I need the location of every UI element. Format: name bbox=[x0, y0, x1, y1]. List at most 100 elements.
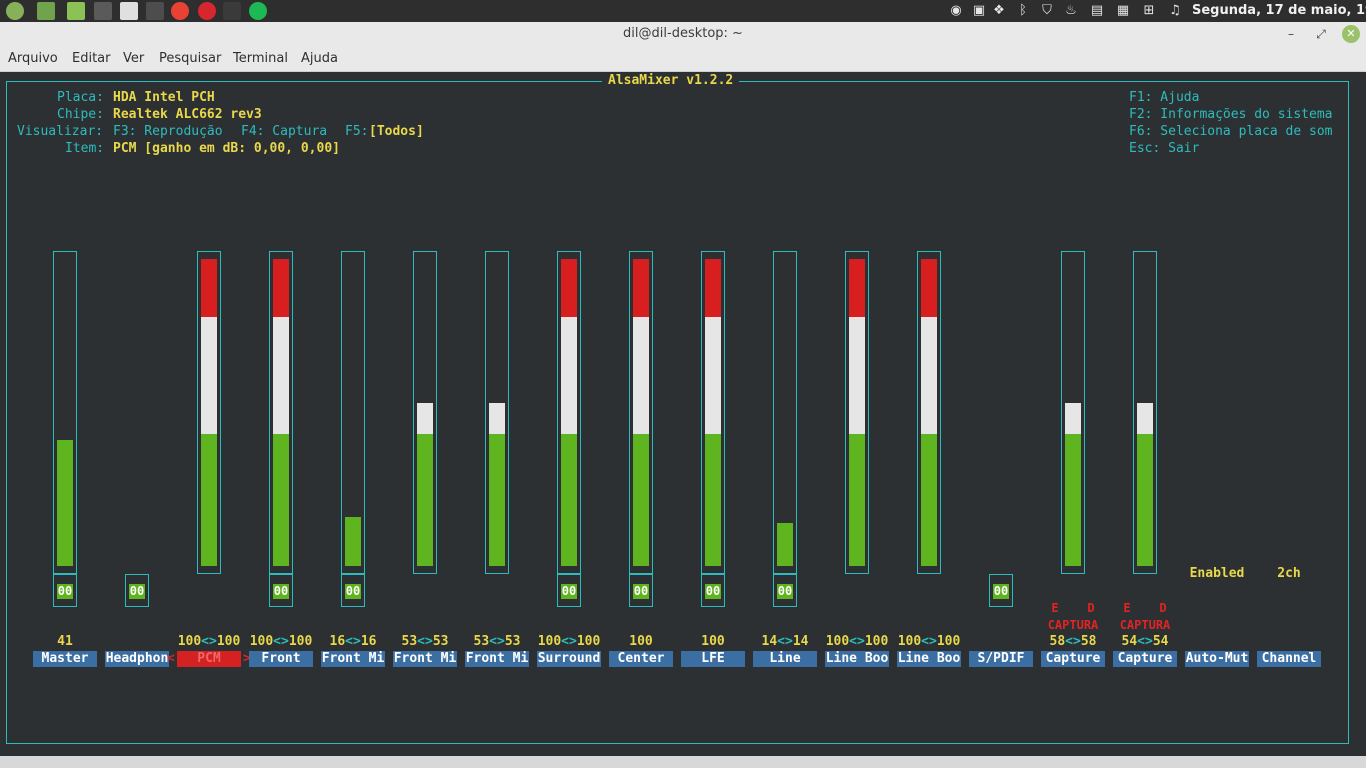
chip-label: Chipe: bbox=[57, 107, 104, 122]
channel-label-capture[interactable]: Capture bbox=[1113, 651, 1177, 667]
vertical-scrollbar[interactable] bbox=[1350, 72, 1366, 762]
mute-toggle[interactable]: 00 bbox=[629, 574, 653, 607]
package-icon[interactable]: ▣ bbox=[971, 3, 987, 19]
menu-arquivo[interactable]: Arquivo bbox=[8, 51, 58, 66]
channel-label-pcm[interactable]: PCM bbox=[177, 651, 241, 667]
item-label: Item: bbox=[65, 141, 105, 156]
volume-gauge[interactable] bbox=[1061, 251, 1085, 574]
channel-label-front[interactable]: Front bbox=[249, 651, 313, 667]
menu-editar[interactable]: Editar bbox=[72, 51, 111, 66]
volume-gauge[interactable] bbox=[485, 251, 509, 574]
level-red bbox=[849, 259, 865, 318]
window-titlebar[interactable]: dil@dil-desktop: ~ – ⤢ ✕ bbox=[0, 22, 1366, 46]
bluetooth-icon[interactable]: ᛒ bbox=[1015, 3, 1031, 19]
restore-button[interactable]: ⤢ bbox=[1312, 25, 1330, 43]
channel-label-front-mi[interactable]: Front Mi bbox=[393, 651, 457, 667]
volume-gauge[interactable] bbox=[413, 251, 437, 574]
channel-label-surround[interactable]: Surround bbox=[537, 651, 601, 667]
level-white bbox=[489, 403, 505, 434]
volume-gauge[interactable] bbox=[629, 251, 653, 574]
channel-label-headphon[interactable]: Headphon bbox=[105, 651, 169, 667]
settings-icon[interactable] bbox=[94, 2, 112, 20]
terminal-area[interactable]: AlsaMixer v1.2.2 Placa: HDA Intel PCH Ch… bbox=[0, 72, 1366, 768]
files-icon[interactable] bbox=[67, 2, 85, 20]
opera-icon[interactable] bbox=[198, 2, 216, 20]
channel-label-line-boo[interactable]: Line Boo bbox=[897, 651, 961, 667]
mint-menu-icon[interactable] bbox=[6, 2, 24, 20]
volume-value: 14<>14 bbox=[761, 634, 809, 649]
channel-label-center[interactable]: Center bbox=[609, 651, 673, 667]
mute-toggle[interactable]: 00 bbox=[53, 574, 77, 607]
volume-gauge[interactable] bbox=[197, 251, 221, 574]
top-panel: ◉ ▣❖ ᛒ ⛉ ♨ ▤ ▦ ⊞ ♫ Segunda, 17 de maio, 19:19 bbox=[0, 0, 1366, 23]
view-all-key[interactable]: F5: bbox=[345, 124, 368, 140]
mute-toggle[interactable]: 00 bbox=[773, 574, 797, 607]
shield-icon[interactable]: ⛉ bbox=[1039, 3, 1055, 19]
volume-gauge[interactable] bbox=[701, 251, 725, 574]
capture-flags: E D bbox=[1123, 601, 1167, 615]
vpn-icon[interactable]: ◉ bbox=[948, 3, 964, 19]
notes-icon[interactable]: ▦ bbox=[1115, 3, 1131, 19]
level-green bbox=[777, 523, 793, 566]
calculator-icon[interactable] bbox=[146, 2, 164, 20]
channel-label-line[interactable]: Line bbox=[753, 651, 817, 667]
menu-ver[interactable]: Ver bbox=[123, 51, 144, 66]
capture-flags: E D bbox=[1051, 601, 1095, 615]
mute-toggle[interactable]: 00 bbox=[125, 574, 149, 607]
show-desktop-icon[interactable] bbox=[37, 2, 55, 20]
music-icon[interactable]: ♫ bbox=[1167, 3, 1183, 19]
volume-value: 100<>100 bbox=[177, 634, 241, 649]
level-green bbox=[57, 440, 73, 566]
channel-label-master[interactable]: Master bbox=[33, 651, 97, 667]
channel-label-front-mi[interactable]: Front Mi bbox=[321, 651, 385, 667]
channel-label-channel[interactable]: Channel bbox=[1257, 651, 1321, 667]
level-red bbox=[273, 259, 289, 318]
enum-value: Enabled bbox=[1189, 566, 1245, 581]
volume-value: 54<>54 bbox=[1121, 634, 1169, 649]
mute-toggle[interactable]: 00 bbox=[557, 574, 581, 607]
volume-gauge[interactable] bbox=[773, 251, 797, 574]
view-playback[interactable]: F3: Reprodução bbox=[113, 124, 223, 140]
volume-gauge[interactable] bbox=[341, 251, 365, 574]
help-esc: Esc: Sair bbox=[1129, 141, 1200, 156]
volume-gauge[interactable] bbox=[917, 251, 941, 574]
menu-terminal[interactable]: Terminal bbox=[233, 51, 288, 66]
text-editor-icon[interactable] bbox=[120, 2, 138, 20]
window-title: dil@dil-desktop: ~ bbox=[623, 26, 743, 41]
clock[interactable]: Segunda, 17 de maio, 19:19 bbox=[1192, 3, 1366, 19]
chrome-icon[interactable] bbox=[171, 2, 189, 20]
terminal-icon[interactable] bbox=[223, 2, 241, 20]
channel-label-capture[interactable]: Capture bbox=[1041, 651, 1105, 667]
printer-icon[interactable]: ▤ bbox=[1089, 3, 1105, 19]
bottom-bar bbox=[0, 756, 1366, 768]
view-all-selected[interactable]: [Todos] bbox=[369, 124, 424, 140]
volume-gauge[interactable] bbox=[53, 251, 77, 574]
volume-gauge[interactable] bbox=[1133, 251, 1157, 574]
volume-gauge[interactable] bbox=[269, 251, 293, 574]
channel-label-lfe[interactable]: LFE bbox=[681, 651, 745, 667]
spotify-icon[interactable] bbox=[249, 2, 267, 20]
dropbox-icon[interactable]: ❖ bbox=[991, 3, 1007, 19]
mute-toggle[interactable]: 00 bbox=[269, 574, 293, 607]
mute-toggle[interactable]: 00 bbox=[989, 574, 1013, 607]
level-green bbox=[417, 434, 433, 566]
mute-toggle[interactable]: 00 bbox=[701, 574, 725, 607]
minimize-button[interactable]: – bbox=[1282, 25, 1300, 43]
help-f1: F1: Ajuda bbox=[1129, 90, 1200, 105]
channel-label-s-pdif[interactable]: S/PDIF bbox=[969, 651, 1033, 667]
channel-label-front-mi[interactable]: Front Mi bbox=[465, 651, 529, 667]
menu-ajuda[interactable]: Ajuda bbox=[301, 51, 338, 66]
mute-toggle[interactable]: 00 bbox=[341, 574, 365, 607]
network-icon[interactable]: ⊞ bbox=[1141, 3, 1157, 19]
level-green bbox=[849, 434, 865, 566]
close-button[interactable]: ✕ bbox=[1342, 25, 1360, 43]
view-capture[interactable]: F4: Captura bbox=[241, 124, 327, 140]
volume-gauge[interactable] bbox=[557, 251, 581, 574]
redshift-icon[interactable]: ♨ bbox=[1063, 3, 1079, 19]
channel-label-auto-mut[interactable]: Auto-Mut bbox=[1185, 651, 1249, 667]
volume-gauge[interactable] bbox=[845, 251, 869, 574]
level-white bbox=[849, 317, 865, 434]
volume-value: 41 bbox=[57, 634, 73, 649]
menu-pesquisar[interactable]: Pesquisar bbox=[159, 51, 221, 66]
channel-label-line-boo[interactable]: Line Boo bbox=[825, 651, 889, 667]
